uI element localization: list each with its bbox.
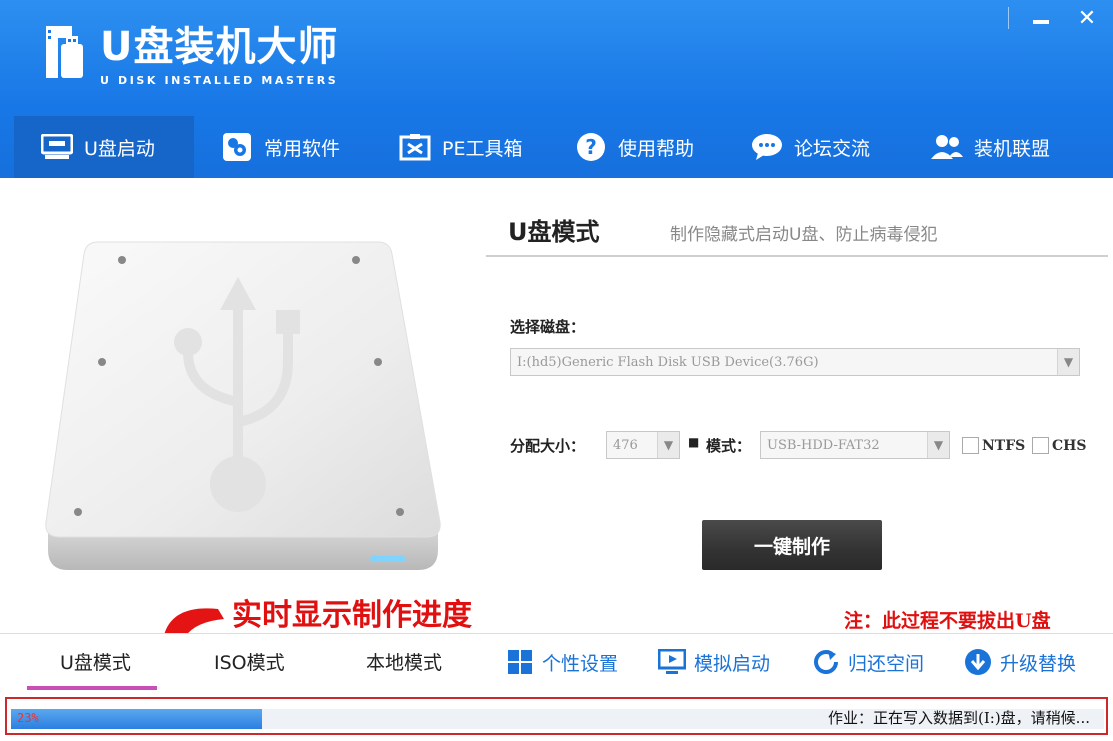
- nav-item-label: PE工具箱: [442, 137, 523, 160]
- upgrade-replace-button[interactable]: 升级替换: [964, 648, 1076, 676]
- chevron-down-icon: ▼: [1057, 349, 1079, 375]
- nav-item-label: 使用帮助: [618, 137, 695, 160]
- disk-select[interactable]: I:(hd5)Generic Flash Disk USB Device(3.7…: [510, 348, 1080, 376]
- nav-item-label: U盘启动: [84, 137, 155, 160]
- app-logo: U盘装机大师 U DISK INSTALLED MASTERS: [42, 22, 338, 87]
- warning-annotation: 注：此过程不要拔出U盘: [844, 610, 1051, 632]
- app-header: ✕ U盘装机大师 U DISK INSTALLED MASTERS U盘启动 常…: [0, 0, 1113, 178]
- nav-item-alliance[interactable]: 装机联盟: [904, 116, 1084, 178]
- mode-description: 制作隐藏式启动U盘、防止病毒侵犯: [670, 225, 938, 245]
- square-bullet-icon: ■: [688, 435, 700, 449]
- restore-space-button[interactable]: 归还空间: [812, 648, 924, 676]
- chs-checkbox-box[interactable]: [1032, 437, 1049, 454]
- chs-checkbox-label: CHS: [1052, 437, 1087, 454]
- nav-item-forum[interactable]: 论坛交流: [724, 116, 904, 178]
- ntfs-checkbox-label: NTFS: [982, 437, 1026, 454]
- alloc-size-select[interactable]: 476 ▼: [606, 431, 680, 459]
- software-icon: [220, 132, 254, 162]
- chevron-down-icon: ▼: [657, 432, 679, 458]
- one-click-make-button[interactable]: 一键制作: [702, 520, 882, 570]
- main-nav: U盘启动 常用软件 PE工具箱 ? 使用帮助 论坛交流 装机联盟: [14, 116, 1084, 178]
- users-icon: [930, 132, 964, 162]
- monitor-icon: [658, 648, 686, 676]
- toolbox-icon: [398, 132, 432, 162]
- format-mode-value: USB-HDD-FAT32: [767, 437, 880, 453]
- tool-label: 模拟启动: [694, 652, 771, 675]
- tab-local-mode[interactable]: 本地模式: [366, 648, 442, 675]
- svg-text:?: ?: [585, 135, 597, 159]
- chat-icon: [750, 132, 784, 162]
- tool-label: 升级替换: [1000, 652, 1077, 675]
- progress-annotation: 实时显示制作进度: [232, 598, 472, 633]
- mode-title: U盘模式: [508, 218, 600, 246]
- mode-divider: [486, 255, 1108, 257]
- logo-subtitle: U DISK INSTALLED MASTERS: [100, 74, 339, 87]
- close-icon: ✕: [1077, 5, 1097, 31]
- disk-select-label: 选择磁盘：: [510, 318, 586, 336]
- tool-label: 个性设置: [542, 652, 619, 675]
- disk-select-value: I:(hd5)Generic Flash Disk USB Device(3.7…: [517, 354, 819, 370]
- nav-item-label: 装机联盟: [974, 137, 1051, 160]
- ntfs-checkbox-box[interactable]: [962, 437, 979, 454]
- nav-item-help[interactable]: ? 使用帮助: [548, 116, 724, 178]
- status-message: 作业：正在写入数据到(I:)盘，请稍候...: [828, 709, 1090, 727]
- tool-label: 归还空间: [848, 652, 925, 675]
- personal-settings-button[interactable]: 个性设置: [506, 648, 618, 676]
- window-controls: ✕: [1008, 4, 1101, 32]
- alloc-size-label: 分配大小：: [510, 437, 586, 455]
- minimize-icon: [1033, 20, 1049, 24]
- ntfs-checkbox[interactable]: NTFS: [962, 437, 1025, 454]
- format-mode-select[interactable]: USB-HDD-FAT32 ▼: [760, 431, 950, 459]
- tab-iso-mode[interactable]: ISO模式: [214, 648, 285, 675]
- nav-item-label: 常用软件: [264, 137, 341, 160]
- grid-icon: [506, 648, 534, 676]
- progress-fill: [11, 709, 263, 729]
- bottom-tab-bar: U盘模式 ISO模式 本地模式 个性设置 模拟启动 归还空间 升级替换: [0, 633, 1113, 695]
- mode-select-label: 模式：: [706, 437, 752, 455]
- active-tab-indicator: [27, 686, 157, 690]
- progress-percent-label: 23%: [17, 711, 39, 725]
- nav-item-usb-boot[interactable]: U盘启动: [14, 116, 194, 178]
- download-icon: [964, 648, 992, 676]
- tab-usb-mode[interactable]: U盘模式: [60, 648, 131, 675]
- usb-drive-icon: [40, 132, 74, 162]
- nav-item-software[interactable]: 常用软件: [194, 116, 370, 178]
- chevron-down-icon: ▼: [927, 432, 949, 458]
- help-icon: ?: [574, 132, 608, 162]
- logo-icon: [42, 22, 94, 84]
- simulate-boot-button[interactable]: 模拟启动: [658, 648, 770, 676]
- chs-checkbox[interactable]: CHS: [1032, 437, 1086, 454]
- close-button[interactable]: ✕: [1073, 4, 1101, 32]
- nav-item-label: 论坛交流: [794, 137, 871, 160]
- minimize-button[interactable]: [1027, 4, 1055, 32]
- logo-title: U盘装机大师: [100, 24, 339, 70]
- nav-item-pe-toolbox[interactable]: PE工具箱: [370, 116, 548, 178]
- alloc-size-value: 476: [613, 437, 638, 453]
- refresh-icon: [812, 648, 840, 676]
- status-bar: 23% 作业：正在写入数据到(I:)盘，请稍候...: [5, 697, 1108, 735]
- window-control-separator: [1008, 7, 1009, 29]
- usb-disk-illustration: [38, 232, 448, 582]
